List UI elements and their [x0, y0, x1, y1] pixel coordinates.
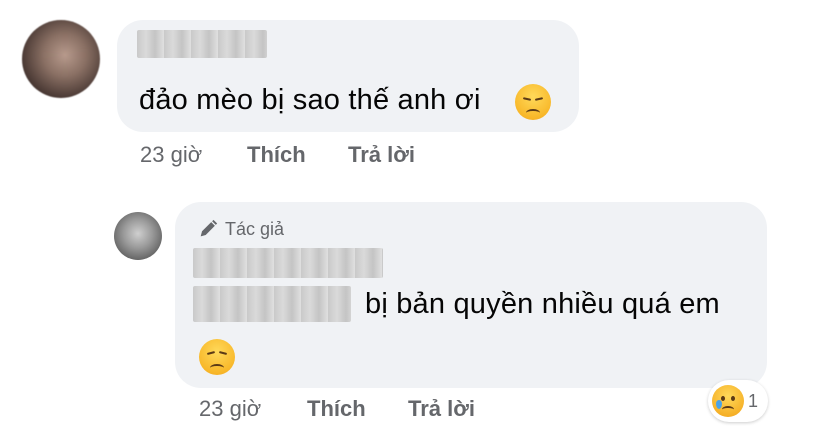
comment-text: bị bản quyền nhiều quá em: [365, 288, 720, 320]
blurred-author-name[interactable]: [193, 248, 383, 278]
pencil-icon: [200, 219, 218, 237]
like-button[interactable]: Thích: [307, 396, 366, 422]
author-badge: Tác giả: [197, 218, 284, 240]
avatar[interactable]: [22, 20, 100, 98]
pensive-face-icon: [515, 84, 551, 120]
blurred-author-name[interactable]: [137, 30, 267, 58]
reply-bubble: Tác giả bị bản quyền nhiều quá em: [175, 202, 767, 388]
blurred-mention[interactable]: [193, 286, 351, 322]
reaction-count: 1: [748, 390, 759, 411]
comment-timestamp[interactable]: 23 giờ: [199, 396, 261, 422]
sad-tear-face-icon: [712, 385, 744, 417]
comment-text: đảo mèo bị sao thế anh ơi: [139, 84, 481, 116]
reaction-summary[interactable]: 1: [708, 380, 769, 422]
comment-timestamp[interactable]: 23 giờ: [140, 142, 202, 168]
reply-button[interactable]: Trả lời: [348, 142, 415, 168]
comment-bubble: đảo mèo bị sao thế anh ơi: [117, 20, 579, 132]
like-button[interactable]: Thích: [247, 142, 306, 168]
disappointed-face-icon: [199, 339, 235, 375]
avatar[interactable]: [114, 212, 162, 260]
author-badge-label: Tác giả: [225, 218, 285, 239]
reply-button[interactable]: Trả lời: [408, 396, 475, 422]
